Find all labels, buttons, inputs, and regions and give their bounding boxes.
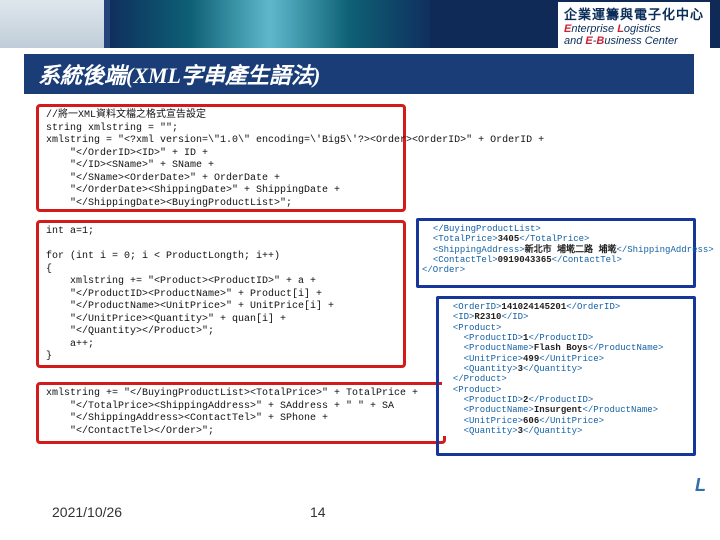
code-block-2: int a=1; for (int i = 0; i < ProductLong… — [46, 226, 334, 364]
logo-icon: L — [695, 475, 706, 496]
slide-title-bar: 系統後端(XML字串產生語法) — [24, 54, 694, 94]
footer-page: 14 — [310, 504, 326, 520]
content-area: //將一XML資料文檔之格式宣告設定 string xmlstring = ""… — [36, 100, 696, 500]
xml-output-bot: <OrderID>141024145201</OrderID> <ID>R231… — [442, 302, 690, 436]
header-glow — [110, 0, 430, 48]
footer-date: 2021/10/26 — [52, 504, 122, 520]
header-mid: 企業運籌與電子化中心 Enterprise Logistics and E-Bu… — [110, 0, 720, 48]
header-thumb — [0, 0, 110, 48]
code-block-1: //將一XML資料文檔之格式宣告設定 string xmlstring = ""… — [46, 110, 544, 210]
header-banner: 企業運籌與電子化中心 Enterprise Logistics and E-Bu… — [0, 0, 720, 48]
header-title-cn: 企業運籌與電子化中心 — [564, 4, 704, 23]
code-block-3: xmlstring += "</BuyingProductList><Total… — [46, 388, 418, 438]
slide-title: 系統後端(XML字串產生語法) — [38, 58, 320, 90]
header-title-box: 企業運籌與電子化中心 Enterprise Logistics and E-Bu… — [558, 2, 710, 49]
header-title-en: Enterprise Logistics and E-Business Cent… — [564, 23, 704, 47]
xml-output-top: </BuyingProductList> <TotalPrice>3405</T… — [422, 224, 690, 276]
